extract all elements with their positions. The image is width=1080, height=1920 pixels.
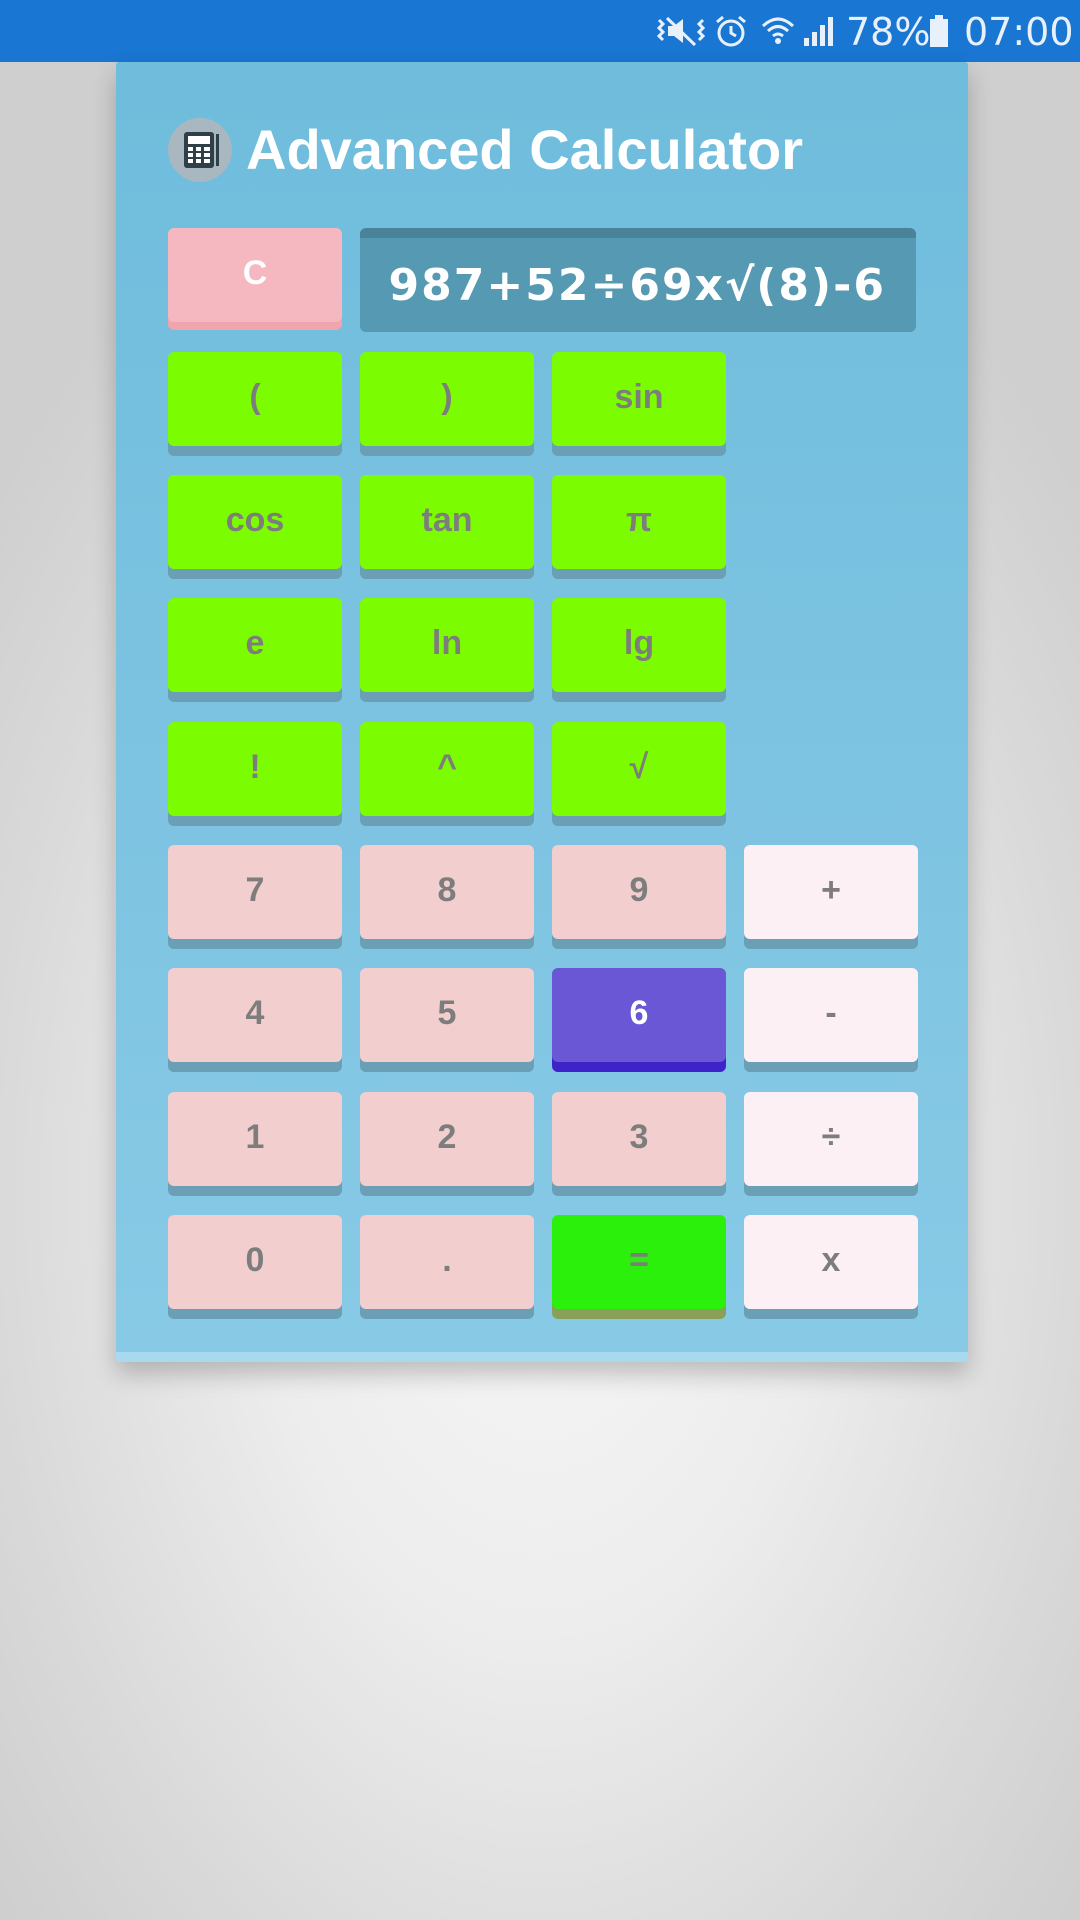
- digit-5-button[interactable]: 5: [360, 968, 534, 1062]
- sqrt-button[interactable]: √: [552, 722, 726, 816]
- clear-button[interactable]: C: [168, 228, 342, 322]
- alarm-icon: [716, 15, 746, 47]
- digit-7-button[interactable]: 7: [168, 845, 342, 939]
- app-title: Advanced Calculator: [246, 118, 804, 181]
- factorial-button[interactable]: !: [168, 722, 342, 816]
- digit-0-button[interactable]: 0: [168, 1215, 342, 1309]
- digit-8-button[interactable]: 8: [360, 845, 534, 939]
- sin-button[interactable]: sin: [552, 352, 726, 446]
- digit-3-button[interactable]: 3: [552, 1092, 726, 1186]
- battery-percent: 78%: [846, 10, 931, 54]
- digit-6-button[interactable]: 6: [552, 968, 726, 1062]
- lg-button[interactable]: lg: [552, 598, 726, 692]
- equals-button[interactable]: =: [552, 1215, 726, 1309]
- power-button[interactable]: ^: [360, 722, 534, 816]
- signal-icon: [804, 17, 833, 46]
- expression-display: 987+52÷69x√(8)-6: [360, 228, 916, 332]
- digit-1-button[interactable]: 1: [168, 1092, 342, 1186]
- calculator-card: Advanced Calculator C 987+52÷69x√(8)-6 (…: [116, 62, 968, 1362]
- clock: 07:00: [964, 10, 1074, 54]
- status-bar: 78% 07:00: [0, 0, 1080, 62]
- decimal-button[interactable]: .: [360, 1215, 534, 1309]
- close-paren-button[interactable]: ): [360, 352, 534, 446]
- ln-button[interactable]: ln: [360, 598, 534, 692]
- cos-button[interactable]: cos: [168, 475, 342, 569]
- plus-button[interactable]: +: [744, 845, 918, 939]
- digit-4-button[interactable]: 4: [168, 968, 342, 1062]
- minus-button[interactable]: -: [744, 968, 918, 1062]
- multiply-button[interactable]: x: [744, 1215, 918, 1309]
- calculator-icon: [168, 118, 232, 182]
- digit-9-button[interactable]: 9: [552, 845, 726, 939]
- battery-icon: [930, 15, 948, 47]
- divide-button[interactable]: ÷: [744, 1092, 918, 1186]
- e-button[interactable]: e: [168, 598, 342, 692]
- tan-button[interactable]: tan: [360, 475, 534, 569]
- digit-2-button[interactable]: 2: [360, 1092, 534, 1186]
- open-paren-button[interactable]: (: [168, 352, 342, 446]
- wifi-icon: [761, 17, 795, 44]
- card-bottom-edge: [116, 1352, 968, 1362]
- pi-button[interactable]: π: [552, 475, 726, 569]
- mute-vibrate-icon: [656, 16, 706, 47]
